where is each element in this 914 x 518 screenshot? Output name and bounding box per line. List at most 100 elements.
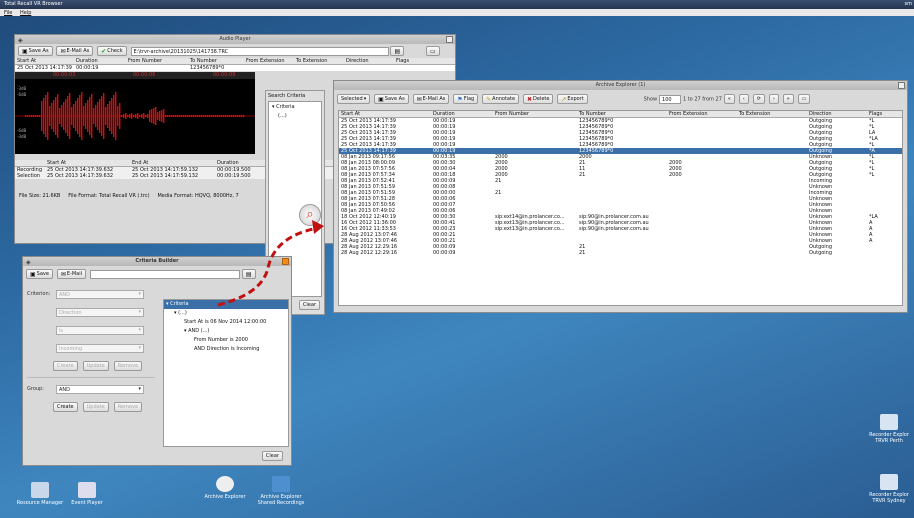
- annotate-button[interactable]: ✎ Annotate: [482, 94, 520, 104]
- waveform-bar: [101, 96, 103, 136]
- waveform-bar: [149, 110, 151, 122]
- update-criterion-button[interactable]: Update: [82, 361, 109, 371]
- layout-button[interactable]: ▭: [426, 46, 440, 56]
- layout-button[interactable]: ▭: [797, 94, 811, 104]
- waveform-bar: [97, 102, 99, 130]
- top-right-text: sm: [904, 1, 912, 7]
- tree-node-criteria[interactable]: ▾ Criteria: [272, 103, 318, 112]
- delete-icon: ✖: [526, 95, 532, 103]
- recorder-explorer-perth-shortcut[interactable]: Recorder Explor TRVR Perth: [864, 414, 914, 444]
- create-criterion-button[interactable]: Create: [53, 361, 78, 371]
- selection-dropdown[interactable]: Selected ▾: [337, 94, 371, 104]
- menu-help[interactable]: Help: [20, 10, 31, 16]
- waveform-bar: [53, 100, 55, 132]
- tree-node[interactable]: ▾ (...): [164, 309, 288, 318]
- app-icon: ◈: [18, 37, 23, 44]
- clear-button[interactable]: Clear: [261, 451, 283, 461]
- criteria-form: Criterion: AND Direction is Incoming Crea…: [27, 287, 155, 418]
- waveform-bar: [163, 109, 165, 123]
- waveform-bar: [129, 114, 131, 118]
- table-row[interactable]: 28 Aug 2012 12:29:16 00:00:09 21 Outgoing: [339, 250, 902, 256]
- maximize-button[interactable]: [898, 82, 905, 89]
- remove-criterion-button[interactable]: Remove: [113, 361, 143, 371]
- resource-manager-shortcut[interactable]: Resource Manager: [15, 482, 65, 506]
- event-player-shortcut[interactable]: Event Player: [62, 482, 112, 506]
- check-button[interactable]: ✔ Check: [97, 46, 127, 56]
- update-group-button[interactable]: Update: [82, 402, 109, 412]
- refresh-button[interactable]: ⟳: [752, 94, 765, 104]
- waveform-bar: [125, 113, 127, 119]
- file-path-field[interactable]: E:\trvr-archive\20131025\141738.TRC: [130, 46, 389, 56]
- waveform-bar: [135, 114, 137, 118]
- criterion-dropdown[interactable]: AND: [56, 289, 144, 299]
- archive-explorer-shared-shortcut[interactable]: Archive Explorer Shared Recordings: [256, 476, 306, 506]
- tree-node[interactable]: ▾ AND (...): [164, 327, 288, 336]
- email-as-button[interactable]: ✉ E-Mail As: [56, 46, 94, 56]
- waveform-bar: [205, 115, 207, 117]
- waveform-bar: [77, 98, 79, 134]
- waveform-bar: [81, 92, 83, 140]
- table-row[interactable]: 25 Oct 2013 14:17:39 00:00:19 123456789*…: [15, 65, 455, 71]
- email-icon: ✉: [60, 47, 66, 55]
- criteria-builder-tree[interactable]: ▾ Criteria ▾ (...) Start At is 06 Nov 20…: [163, 299, 289, 447]
- criteria-name-field[interactable]: [89, 269, 240, 279]
- next-page-button[interactable]: ›: [768, 94, 779, 104]
- waveform-bar: [213, 115, 215, 117]
- tree-node[interactable]: (...): [272, 112, 318, 121]
- criteria-builder-titlebar: ◈ Criteria Builder: [23, 257, 291, 266]
- group-dropdown[interactable]: AND: [56, 384, 144, 394]
- archive-table: Start At Duration From Number To Number From…: [339, 111, 902, 256]
- waveform-bar: [215, 115, 217, 117]
- flag-button[interactable]: ⚑ Flag: [453, 94, 479, 104]
- tree-node[interactable]: From Number is 2000: [164, 336, 288, 345]
- criteria-builder-title: Criteria Builder: [135, 258, 179, 264]
- first-page-button[interactable]: «: [723, 94, 735, 104]
- archive-explorer-titlebar: Archive Explorer (1): [334, 81, 907, 90]
- save-as-button[interactable]: ▣ Save As: [18, 46, 53, 56]
- clear-button[interactable]: Clear: [298, 300, 320, 310]
- last-page-button[interactable]: »: [782, 94, 794, 104]
- waveform-bar: [65, 99, 67, 133]
- prev-page-button[interactable]: ‹: [738, 94, 749, 104]
- layout-icon: ▭: [430, 47, 436, 55]
- waveform-bar: [155, 107, 157, 125]
- archive-explorer-shortcut[interactable]: Archive Explorer: [200, 476, 250, 500]
- value-dropdown[interactable]: Incoming: [56, 343, 144, 353]
- remove-group-button[interactable]: Remove: [113, 402, 143, 412]
- save-icon: ▣: [378, 95, 384, 103]
- operator-dropdown[interactable]: is: [56, 325, 144, 335]
- menu-file[interactable]: File: [4, 10, 12, 16]
- waveform-bar: [35, 115, 37, 117]
- waveform-bar: [55, 97, 57, 135]
- waveform-display[interactable]: 00:00:03 00:00:06 00:00:09 -3dB -6dB -6d…: [15, 72, 255, 154]
- export-button[interactable]: ↗ Export: [557, 94, 588, 104]
- save-button[interactable]: ▣ Save: [26, 269, 53, 279]
- browse-button[interactable]: ▤: [390, 46, 405, 56]
- waveform-bar: [221, 115, 223, 117]
- browse-button[interactable]: ▤: [241, 269, 256, 279]
- maximize-button[interactable]: [446, 36, 453, 43]
- create-group-button[interactable]: Create: [53, 402, 78, 412]
- app-title-bar: Total Recall VR Browser: [0, 0, 914, 9]
- waveform-bar: [41, 101, 43, 131]
- tree-node[interactable]: Start At is 06 Nov 2014 12:00:00: [164, 318, 288, 327]
- layout-icon: ▭: [801, 96, 807, 102]
- close-button[interactable]: [282, 258, 289, 265]
- delete-button[interactable]: ✖ Delete: [522, 94, 554, 104]
- cell: sip:ext13@in.prolancer.co...: [495, 226, 565, 232]
- waveform-bar: [219, 115, 221, 117]
- show-label: Show: [643, 96, 658, 103]
- waveform-bar: [197, 115, 199, 117]
- recorder-explorer-sydney-shortcut[interactable]: Recorder Explor TRVR Sydney: [864, 474, 914, 504]
- email-button[interactable]: ✉ E-Mail: [56, 269, 87, 279]
- search-icon[interactable]: ⌕: [299, 204, 321, 226]
- range-label: 1 to 27 from 27: [682, 96, 722, 103]
- show-count-input[interactable]: 100: [659, 94, 682, 104]
- save-as-button[interactable]: ▣ Save As: [374, 94, 409, 104]
- tree-node[interactable]: AND Direction is Incoming: [164, 345, 288, 354]
- waveform-bar: [153, 108, 155, 124]
- tree-node-criteria[interactable]: ▾ Criteria: [164, 300, 288, 309]
- waveform-bar: [169, 115, 171, 117]
- field-dropdown[interactable]: Direction: [56, 307, 144, 317]
- email-as-button[interactable]: ✉ E-Mail As: [412, 94, 450, 104]
